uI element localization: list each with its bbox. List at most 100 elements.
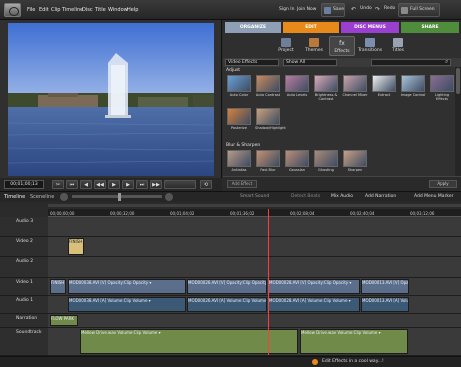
menu-disc[interactable]: Disc	[82, 7, 93, 13]
sign-in-link[interactable]: Sign In	[279, 7, 294, 12]
track-lane[interactable]: MOD00038.AVI [A] Volume:Clip Volume ▾ MOD…	[48, 296, 461, 314]
save-button[interactable]: Save	[321, 3, 345, 17]
step-forward-button[interactable]: ▶	[122, 180, 134, 189]
effect-item[interactable]: Shadow/Highlight	[255, 108, 286, 130]
timeline-clip[interactable]: Mellow Drive.wav Volume:Clip Volume ▾	[80, 329, 298, 354]
menu-timeline[interactable]: Timeline	[62, 7, 83, 13]
fast-forward-button[interactable]: ▶▶	[150, 180, 162, 189]
timeline-clip[interactable]: MOD00026.AVI [A] Volume:Clip Volume ▾	[187, 297, 267, 312]
redo-button[interactable]: ↷ Redo	[373, 3, 397, 17]
timeline-clip[interactable]: MOD00038.AVI [V] Opacity:Clip Opacity ▾	[68, 279, 186, 294]
track-header[interactable]: Audio 1	[0, 296, 48, 314]
effect-item[interactable]: Extract	[371, 75, 397, 97]
subtab-transitions[interactable]: Transitions	[357, 36, 383, 56]
effect-item[interactable]: Sharpen	[342, 150, 368, 172]
subtab-effects[interactable]: fx Effects	[329, 36, 355, 56]
shuttle-slider[interactable]	[164, 180, 196, 189]
detect-beats-button[interactable]: Detect Beats	[291, 194, 320, 199]
effect-item[interactable]: Lighting Effects	[429, 75, 455, 101]
effect-item[interactable]: Posterize	[226, 108, 252, 130]
effect-item[interactable]: Brightness & Contrast	[313, 75, 339, 101]
playhead[interactable]	[268, 209, 269, 355]
zoom-in-icon[interactable]	[165, 193, 173, 201]
play-button[interactable]: ▶	[108, 180, 120, 189]
timeline-clip[interactable]: FLOW PARK	[50, 315, 78, 326]
track-lane[interactable]: FINISH	[48, 237, 461, 257]
add-narration-button[interactable]: Add Narration	[365, 194, 396, 199]
tab-organize[interactable]: ORGANIZE	[225, 22, 281, 33]
video-preview[interactable]	[8, 23, 214, 176]
track-header[interactable]: Audio 2	[0, 257, 48, 278]
loop-button[interactable]: ⟲	[200, 180, 212, 189]
menu-help[interactable]: Help	[127, 7, 138, 13]
timeline-clip[interactable]: MOD00028.AVI [A] Volume:Clip Volume ▾	[268, 297, 360, 312]
go-to-start-button[interactable]: ⏮	[66, 180, 78, 189]
undo-button[interactable]: ↶ Undo	[349, 3, 373, 17]
track-lane[interactable]: Mellow Drive.wav Volume:Clip Volume ▾ Mel…	[48, 328, 461, 356]
effect-item[interactable]: Auto Levels	[284, 75, 310, 97]
track-lane[interactable]	[48, 257, 461, 278]
track-header[interactable]: Video 2	[0, 237, 48, 257]
join-now-link[interactable]: Join Now	[297, 7, 316, 12]
menu-edit[interactable]: Edit	[39, 7, 49, 13]
timeline-clip[interactable]: FINISH	[50, 279, 66, 294]
timeline-clip[interactable]: MOD00026.AVI [V] Opacity:Clip Opacity ▾	[187, 279, 267, 294]
time-ruler[interactable]: 00;00;00;00 00;00;32;00 00;01;04;02 00;01;3…	[48, 209, 461, 217]
track-header[interactable]: Audio 3	[0, 217, 48, 237]
effect-item[interactable]: Fast Blur	[255, 150, 281, 172]
rewind-button[interactable]: ◀◀	[94, 180, 106, 189]
menu-window[interactable]: Window	[108, 7, 128, 13]
tab-sceneline[interactable]: Sceneline	[30, 194, 54, 200]
effect-item[interactable]: Ghosting	[313, 150, 339, 172]
menu-clip[interactable]: Clip	[51, 7, 60, 13]
tab-disc-menus[interactable]: DISC MENUS	[341, 22, 399, 33]
timeline-clip[interactable]: MOD00028.AVI [V] Opacity:Clip Opacity ▾	[268, 279, 360, 294]
effect-item[interactable]: Channel Mixer	[342, 75, 368, 97]
add-effect-button[interactable]: Add Effect	[227, 180, 257, 188]
work-area-bar[interactable]	[48, 204, 461, 207]
menu-file[interactable]: File	[27, 7, 35, 13]
timeline-clip[interactable]: MOD00013.AVI [V] Opacit	[361, 279, 409, 294]
track-lane[interactable]: FLOW PARK	[48, 314, 461, 328]
apply-button[interactable]: Apply	[429, 180, 457, 188]
effect-item[interactable]: Auto Contrast	[255, 75, 281, 97]
effect-category-label[interactable]: Adjust	[226, 68, 240, 73]
track-lane[interactable]: FINISH MOD00038.AVI [V] Opacity:Clip Opac…	[48, 278, 461, 296]
effect-item[interactable]: Gaussian	[284, 150, 310, 172]
zoom-out-icon[interactable]	[60, 193, 68, 201]
effects-search-input[interactable]	[371, 59, 451, 66]
subtab-themes[interactable]: Themes	[301, 36, 327, 56]
effect-category-label[interactable]: Blur & Sharpen	[226, 143, 260, 148]
zoom-slider[interactable]	[72, 195, 162, 198]
effect-item[interactable]: Auto Color	[226, 75, 252, 97]
subtab-titles[interactable]: Titles	[385, 36, 411, 56]
timeline-clip[interactable]: MOD00038.AVI [A] Volume:Clip Volume ▾	[68, 297, 186, 312]
search-icon[interactable]: ⌕	[445, 58, 448, 66]
effects-scroll-thumb[interactable]	[456, 68, 460, 94]
add-menu-marker-button[interactable]: Add Menu Marker	[414, 194, 453, 199]
tab-timeline[interactable]: Timeline	[4, 194, 25, 200]
timeline-clip[interactable]: FINISH	[68, 238, 84, 255]
track-header[interactable]: Narration	[0, 314, 48, 328]
menu-title[interactable]: Title	[95, 7, 106, 13]
effect-item[interactable]: Antialias	[226, 150, 252, 172]
track-header[interactable]: Video 1	[0, 278, 48, 296]
effect-category-dropdown[interactable]: Video Effects	[225, 59, 279, 66]
go-to-end-button[interactable]: ⏭	[136, 180, 148, 189]
tab-edit[interactable]: EDIT	[283, 22, 339, 33]
step-back-button[interactable]: ◀	[80, 180, 92, 189]
split-clip-button[interactable]: ✂	[52, 180, 64, 189]
mix-audio-button[interactable]: Mix Audio	[331, 194, 353, 199]
smart-sound-button[interactable]: Smart Sound	[240, 194, 269, 199]
track-header[interactable]: Soundtrack	[0, 328, 48, 356]
subtab-project[interactable]: Project	[273, 36, 299, 56]
full-screen-button[interactable]: Full Screen	[398, 3, 440, 17]
effect-item[interactable]: Image Control	[400, 75, 426, 97]
timeline-clip[interactable]: Mellow Drive.wav Volume:Clip Volume ▾	[300, 329, 408, 354]
timeline-clip[interactable]: MOD00013.AVI [A] Volu	[361, 297, 409, 312]
track-lane[interactable]	[48, 217, 461, 237]
tab-share[interactable]: SHARE	[401, 22, 459, 33]
effect-filter-dropdown[interactable]: Show All	[283, 59, 337, 66]
timecode-display[interactable]: 00;01;00;13	[4, 180, 44, 189]
zoom-slider-thumb[interactable]	[118, 193, 121, 201]
